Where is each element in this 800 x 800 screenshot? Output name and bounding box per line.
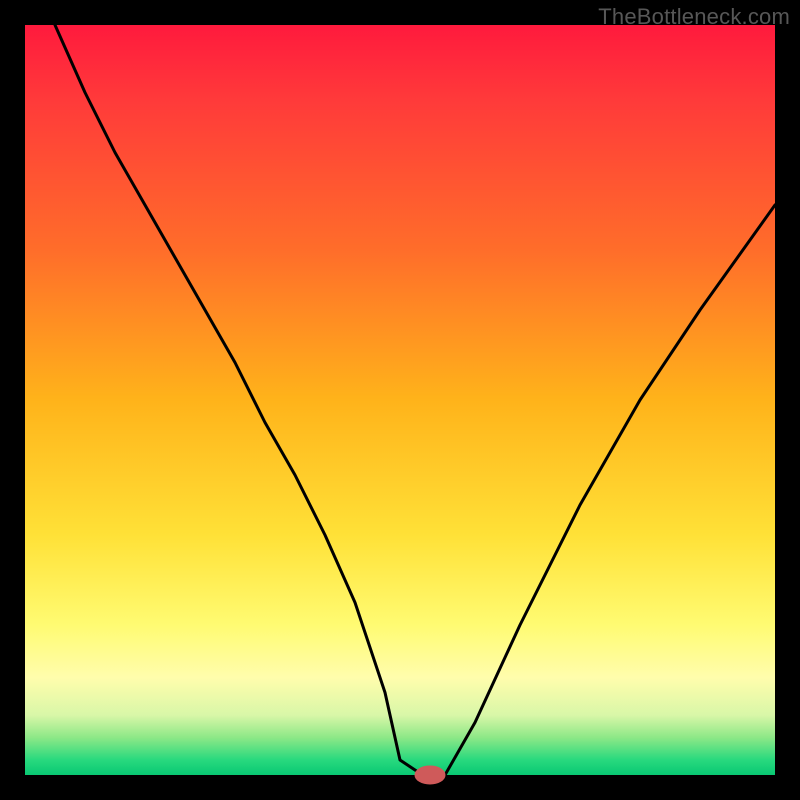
optimum-marker: [415, 766, 445, 784]
chart-frame: TheBottleneck.com: [0, 0, 800, 800]
chart-svg: [25, 25, 775, 775]
watermark-text: TheBottleneck.com: [598, 4, 790, 30]
bottleneck-curve: [55, 25, 775, 775]
plot-area: [25, 25, 775, 775]
